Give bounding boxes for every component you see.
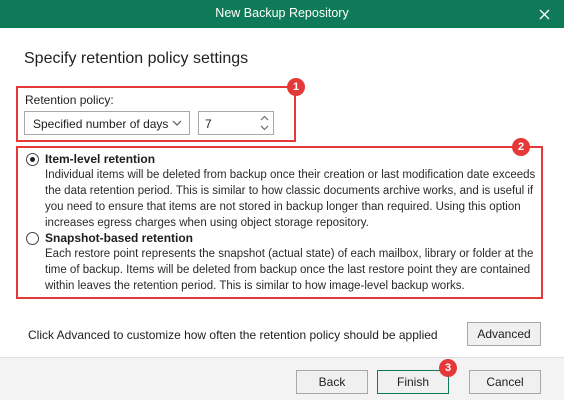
radio-selected-dot xyxy=(30,157,35,162)
item-level-title: Item-level retention xyxy=(45,152,156,166)
page-title: Specify retention policy settings xyxy=(24,50,249,67)
snapshot-based-title: Snapshot-based retention xyxy=(45,231,194,245)
back-button[interactable]: Back xyxy=(296,370,368,394)
snapshot-based-description: Each restore point represents the snapsh… xyxy=(45,248,534,292)
close-icon xyxy=(539,9,549,19)
dialog-footer: Back Finish Cancel xyxy=(0,357,564,400)
advanced-button[interactable]: Advanced xyxy=(467,322,541,346)
advanced-hint: Click Advanced to customize how often th… xyxy=(28,328,438,342)
annotation-badge-3: 3 xyxy=(439,359,457,377)
annotation-badge-2: 2 xyxy=(512,138,530,156)
cancel-button[interactable]: Cancel xyxy=(469,370,541,394)
annotation-highlight-1 xyxy=(16,86,296,142)
close-button[interactable] xyxy=(524,0,564,28)
snapshot-based-radio[interactable] xyxy=(26,232,39,245)
finish-button[interactable]: Finish xyxy=(377,370,449,394)
item-level-description: Individual items will be deleted from ba… xyxy=(45,169,536,229)
window-title: New Backup Repository xyxy=(215,6,349,20)
item-level-radio[interactable] xyxy=(26,153,39,166)
title-bar: New Backup Repository xyxy=(0,0,564,28)
annotation-badge-1: 1 xyxy=(287,78,305,96)
